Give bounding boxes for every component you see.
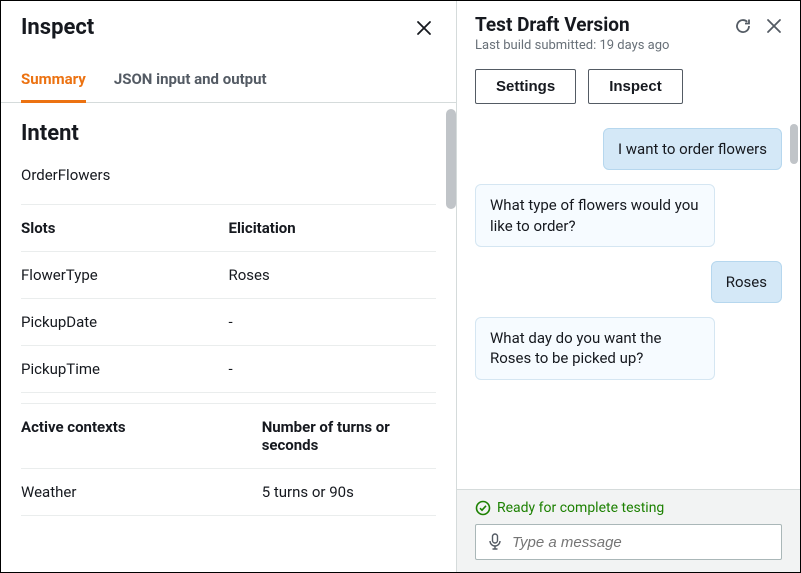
status-bar: Ready for complete testing xyxy=(457,489,800,524)
tab-summary[interactable]: Summary xyxy=(21,58,86,103)
slot-value: Roses xyxy=(229,252,437,298)
message-input-wrap xyxy=(475,524,782,560)
slot-value: - xyxy=(229,346,437,392)
test-panel: Test Draft Version Last build submitted:… xyxy=(457,1,800,572)
slots-table: Slots Elicitation FlowerType Roses Picku… xyxy=(21,204,436,393)
slot-name: PickupTime xyxy=(21,346,229,392)
inspect-button[interactable]: Inspect xyxy=(588,69,683,104)
scrollbar[interactable] xyxy=(790,124,798,164)
table-row: PickupDate - xyxy=(21,299,436,346)
table-row: Weather 5 turns or 90s xyxy=(21,469,436,516)
message-input[interactable] xyxy=(512,534,769,551)
table-row: PickupTime - xyxy=(21,346,436,393)
settings-button[interactable]: Settings xyxy=(475,69,576,104)
chat-message-bot: What day do you want the Roses to be pic… xyxy=(475,317,715,380)
table-row: FlowerType Roses xyxy=(21,252,436,299)
test-subtitle: Last build submitted: 19 days ago xyxy=(475,38,734,53)
chat-message-user: Roses xyxy=(711,261,782,303)
slot-value: - xyxy=(229,299,437,345)
inspect-title: Inspect xyxy=(21,15,94,40)
chat-message-bot: What type of flowers would you like to o… xyxy=(475,184,715,247)
chat-message-user: I want to order flowers xyxy=(603,128,782,170)
intent-name: OrderFlowers xyxy=(21,162,436,204)
test-title: Test Draft Version xyxy=(475,13,734,36)
status-text: Ready for complete testing xyxy=(497,500,664,516)
microphone-icon[interactable] xyxy=(488,533,502,551)
contexts-col-name: Active contexts xyxy=(21,404,262,468)
inspect-panel: Inspect Summary JSON input and output In… xyxy=(1,1,457,572)
slots-col-name: Slots xyxy=(21,205,229,251)
chat-area: I want to order flowers What type of flo… xyxy=(457,118,800,489)
contexts-col-turns: Number of turns or seconds xyxy=(262,404,436,468)
scrollbar[interactable] xyxy=(446,109,456,209)
slot-name: PickupDate xyxy=(21,299,229,345)
intent-heading: Intent xyxy=(21,103,436,162)
slot-name: FlowerType xyxy=(21,252,229,298)
context-name: Weather xyxy=(21,469,262,515)
inspect-tabs: Summary JSON input and output xyxy=(1,58,456,103)
check-circle-icon xyxy=(475,500,491,516)
contexts-table: Active contexts Number of turns or secon… xyxy=(21,403,436,516)
close-icon[interactable] xyxy=(412,16,436,40)
slots-col-elicitation: Elicitation xyxy=(229,205,437,251)
refresh-icon[interactable] xyxy=(734,17,752,35)
close-icon[interactable] xyxy=(766,18,782,34)
tab-json[interactable]: JSON input and output xyxy=(114,58,267,103)
context-value: 5 turns or 90s xyxy=(262,469,436,515)
